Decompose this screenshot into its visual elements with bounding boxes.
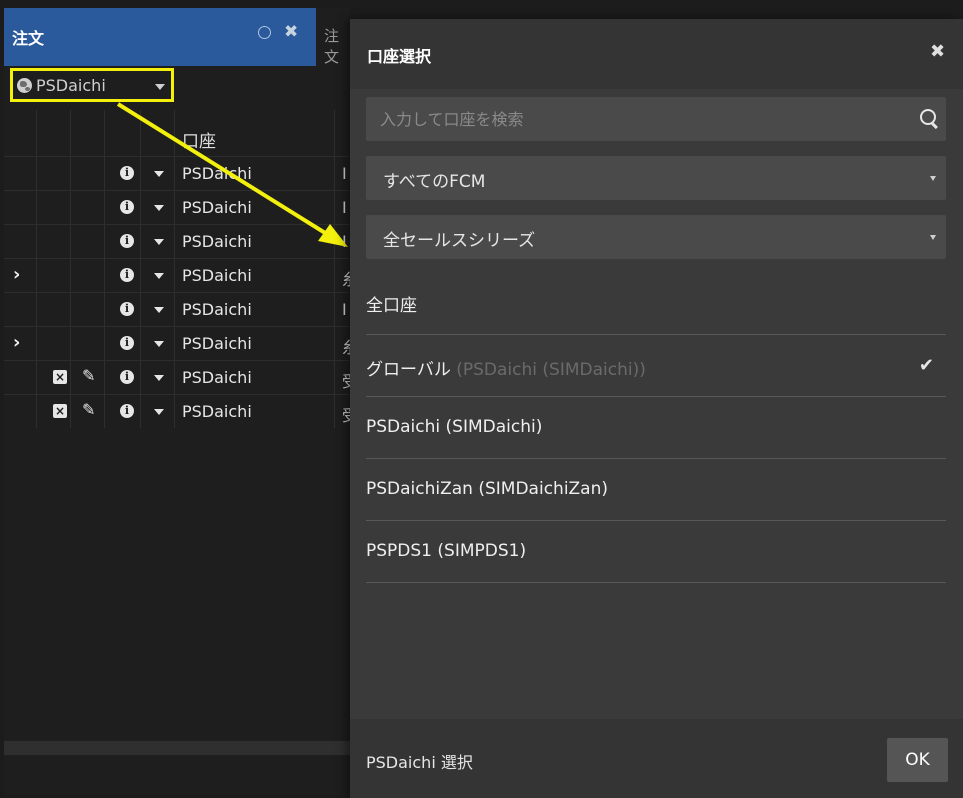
account-label: PSDaichiZan (SIMDaichiZan) [366,479,608,499]
dialog-title: 口座選択 [367,47,432,66]
ok-button[interactable]: OK [887,738,948,782]
search-box [366,97,946,141]
grid-rows: i PSDaichi Ii PSDaichi Ii PSDaichi I › i PSDaichi… [4,156,358,428]
account-selector[interactable]: PSDaichi [10,68,174,102]
info-icon[interactable]: i [120,268,134,282]
cell-account: PSDaichi [182,266,252,285]
account-list-item[interactable]: PSDaichiZan (SIMDaichiZan) [366,459,946,521]
account-list-item[interactable]: PSDaichi (SIMDaichi) [366,397,946,459]
cell-account: PSDaichi [182,300,252,319]
chevron-down-icon[interactable] [154,375,164,381]
cell-account: PSDaichi [182,198,252,217]
sales-series-select[interactable]: 全セールスシリーズ [366,215,946,259]
cell-account: PSDaichi [182,402,252,421]
chevron-down-icon[interactable] [154,171,164,177]
cell-account: PSDaichi [182,232,252,251]
account-label: PSPDS1 (SIMPDS1) [366,541,526,561]
account-sub: (PSDaichi (SIMDaichi)) [456,360,646,380]
column-divider [140,110,141,428]
panel-footer [4,755,350,795]
account-select-dialog: 口座選択 ✖ すべてのFCM 全セールスシリーズ 全口座グローバル (PSDai… [350,19,963,798]
account-name: PSDaichiZan (SIMDaichiZan) [366,479,609,499]
table-row[interactable]: i PSDaichi I [4,156,350,190]
circle-icon[interactable] [258,26,271,39]
tab-orders[interactable]: 注文 ✖ [4,8,316,66]
column-divider [36,110,37,428]
tab-next[interactable]: 注文 [324,25,350,67]
info-icon[interactable]: i [120,166,134,180]
dialog-header: 口座選択 ✖ [350,19,963,89]
column-divider [70,110,71,428]
column-header-account[interactable]: 口座 [182,127,216,152]
cell-next-column: I [342,232,347,251]
sales-series-select-value: 全セールスシリーズ [383,231,536,251]
dialog-footer: PSDaichi 選択 OK [350,719,963,798]
pencil-icon[interactable]: ✎ [82,366,95,385]
chevron-down-icon[interactable] [154,409,164,415]
chevron-down-icon [930,235,936,240]
chevron-down-icon[interactable] [154,273,164,279]
table-row[interactable]: ›iPSDaichi糸 [4,326,358,360]
chevron-down-icon[interactable] [154,205,164,211]
close-icon[interactable]: ✖ [284,22,298,42]
tab-bar: 注文 ✖ 注文 [4,8,350,66]
chevron-right-icon[interactable]: › [13,264,20,285]
orders-grid: 口座 i PSDaichi Ii PSDaichi Ii PSDaichi I › i PSDai… [4,110,358,428]
info-icon[interactable]: i [120,234,134,248]
account-selector-label: PSDaichi [36,76,106,95]
table-row[interactable]: i PSDaichi I [4,292,350,326]
horizontal-scrollbar[interactable] [4,741,350,755]
account-list-item[interactable]: PSPDS1 (SIMPDS1) [366,521,946,583]
search-icon[interactable] [920,109,936,125]
close-icon[interactable]: ✖ [930,41,945,62]
chevron-down-icon[interactable] [154,307,164,313]
selected-account-label: PSDaichi 選択 [366,753,473,772]
info-icon[interactable]: i [120,404,134,418]
table-row[interactable]: ×✎iPSDaichi受 [4,360,358,394]
search-input[interactable] [366,97,906,141]
account-list: 全口座グローバル (PSDaichi (SIMDaichi)) ✔ PSDaichi… [366,271,946,583]
table-row[interactable]: i PSDaichi I [4,224,350,258]
fcm-select-value: すべてのFCM [383,172,486,192]
globe-icon [17,78,32,93]
account-label: 全口座 [366,291,417,316]
account-name: グローバル [366,360,451,380]
table-row[interactable]: ›iPSDaichi糸 [4,258,358,292]
cancel-order-icon[interactable]: × [53,370,67,384]
chevron-down-icon [155,84,165,90]
grid-header: 口座 [4,110,350,156]
account-name: PSPDS1 (SIMPDS1) [366,541,527,561]
cell-account: PSDaichi [182,164,252,183]
table-row[interactable]: i PSDaichi I [4,190,350,224]
fcm-select[interactable]: すべてのFCM [366,156,946,200]
chevron-right-icon[interactable]: › [13,332,20,353]
column-divider [334,110,335,428]
cell-account: PSDaichi [182,334,252,353]
table-row[interactable]: ×✎iPSDaichi受 [4,394,358,428]
cell-next-column: I [342,164,347,183]
account-list-item[interactable]: 全口座 [366,271,946,335]
account-label: グローバル (PSDaichi (SIMDaichi)) [366,355,646,380]
chevron-down-icon[interactable] [154,341,164,347]
check-icon: ✔ [918,355,934,376]
pencil-icon[interactable]: ✎ [82,400,95,419]
chevron-down-icon[interactable] [154,239,164,245]
account-label: PSDaichi (SIMDaichi) [366,417,542,437]
info-icon[interactable]: i [120,370,134,384]
cancel-order-icon[interactable]: × [53,404,67,418]
column-divider [104,110,105,428]
info-icon[interactable]: i [120,302,134,316]
info-icon[interactable]: i [120,336,134,350]
cell-account: PSDaichi [182,368,252,387]
account-list-item[interactable]: グローバル (PSDaichi (SIMDaichi)) ✔ [366,335,946,397]
cell-next-column: I [342,300,347,319]
cell-next-column: I [342,198,347,217]
info-icon[interactable]: i [120,200,134,214]
account-name: 全口座 [366,296,417,316]
column-divider [174,110,175,428]
account-name: PSDaichi (SIMDaichi) [366,417,543,437]
tab-title: 注文 [12,29,45,48]
chevron-down-icon [930,176,936,181]
